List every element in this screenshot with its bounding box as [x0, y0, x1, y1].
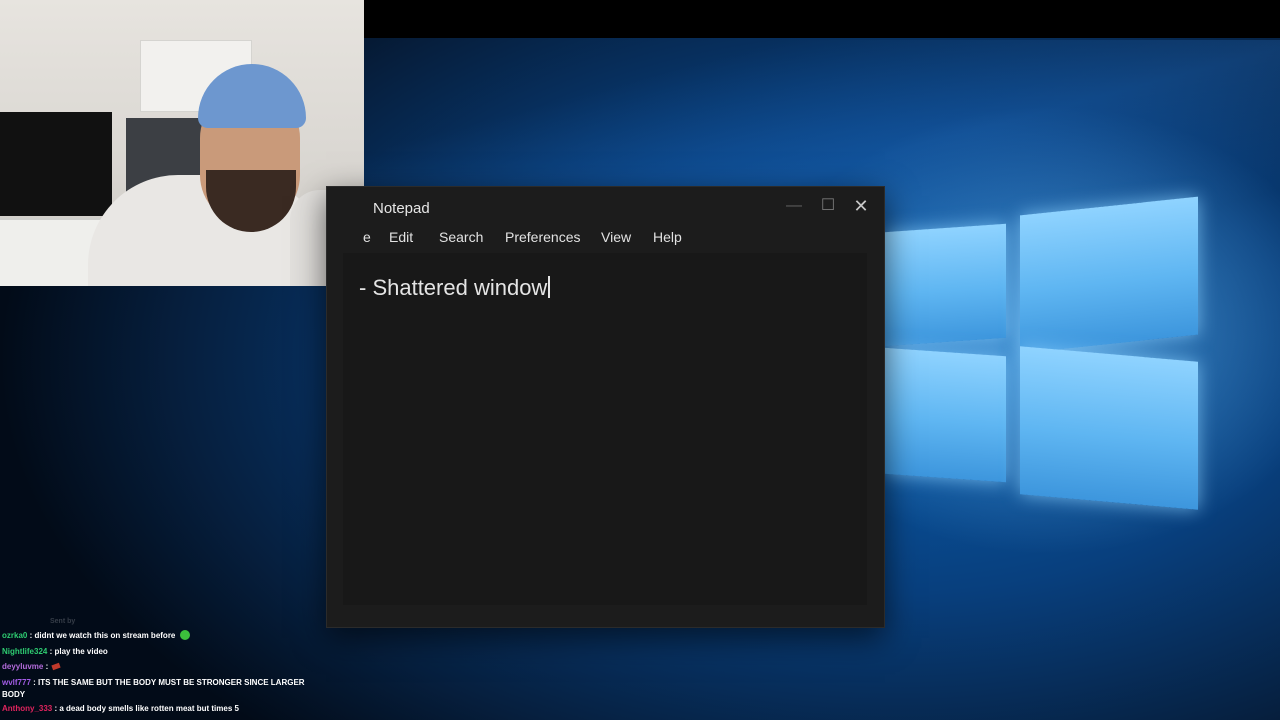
chat-message: deyyluvme :	[2, 659, 322, 675]
maximize-button[interactable]: ☐	[813, 195, 843, 217]
chat-message: Nightlife324 : play the video	[2, 644, 322, 660]
tv-screen	[0, 112, 112, 216]
green-face-emote-icon	[179, 630, 190, 640]
chat-text: : didnt we watch this on stream before	[27, 631, 178, 640]
chat-text: : play the video	[47, 646, 108, 656]
chat-text: : a dead body smells like rotten meat bu…	[52, 703, 239, 713]
chat-faint-line: Sent by	[50, 618, 76, 625]
windows-logo-pane-top-right	[1020, 196, 1198, 354]
close-button[interactable]: ✕	[846, 195, 876, 217]
window-title: Notepad	[373, 200, 430, 217]
chat-username: wvlf777	[2, 677, 31, 687]
windows-logo-pane-bottom-right	[1020, 346, 1198, 510]
chat-username: ozrka0	[2, 631, 28, 640]
text-caret	[548, 276, 551, 298]
windows-logo-pane-top-left	[884, 223, 1006, 347]
chat-username: Anthony_333	[2, 703, 53, 713]
chat-message: Anthony_333 : a dead body smells like ro…	[2, 701, 322, 717]
screen: Notepad — ☐ ✕ e Edit Search Preferences …	[0, 0, 1280, 720]
editor-content-line[interactable]: - Shattered window	[359, 275, 551, 301]
minimize-button[interactable]: —	[779, 195, 809, 217]
menu-preferences[interactable]: Preferences	[505, 229, 580, 245]
text-editor-area[interactable]: - Shattered window	[343, 253, 867, 605]
chat-message: wvlf777 : ITS THE SAME BUT THE BODY MUST…	[2, 675, 322, 701]
menu-search[interactable]: Search	[439, 229, 483, 245]
windows-logo-pane-bottom-left	[884, 347, 1006, 483]
notepad-titlebar[interactable]: Notepad — ☐ ✕	[327, 187, 884, 227]
menu-view[interactable]: View	[601, 229, 631, 245]
chat-text: : ITS THE SAME BUT THE BODY MUST BE STRO…	[2, 677, 305, 699]
notepad-window[interactable]: Notepad — ☐ ✕ e Edit Search Preferences …	[326, 186, 885, 628]
chat-username: deyyluvme	[2, 662, 44, 671]
menu-file[interactable]: e	[363, 229, 371, 245]
webcam-overlay	[0, 0, 364, 286]
editor-text: - Shattered window	[359, 275, 548, 300]
stream-chat: Sent by ozrka0 : didnt we watch this on …	[2, 616, 322, 720]
menu-bar: e Edit Search Preferences View Help	[327, 225, 884, 251]
menu-edit[interactable]: Edit	[389, 229, 413, 245]
menu-help[interactable]: Help	[653, 229, 682, 245]
chat-text: :	[43, 662, 51, 671]
top-black-bar	[364, 0, 1280, 38]
chat-message: ozrka0 : didnt we watch this on stream b…	[2, 628, 322, 644]
red-emote-icon	[51, 662, 62, 671]
chat-username: Nightlife324	[2, 646, 48, 656]
